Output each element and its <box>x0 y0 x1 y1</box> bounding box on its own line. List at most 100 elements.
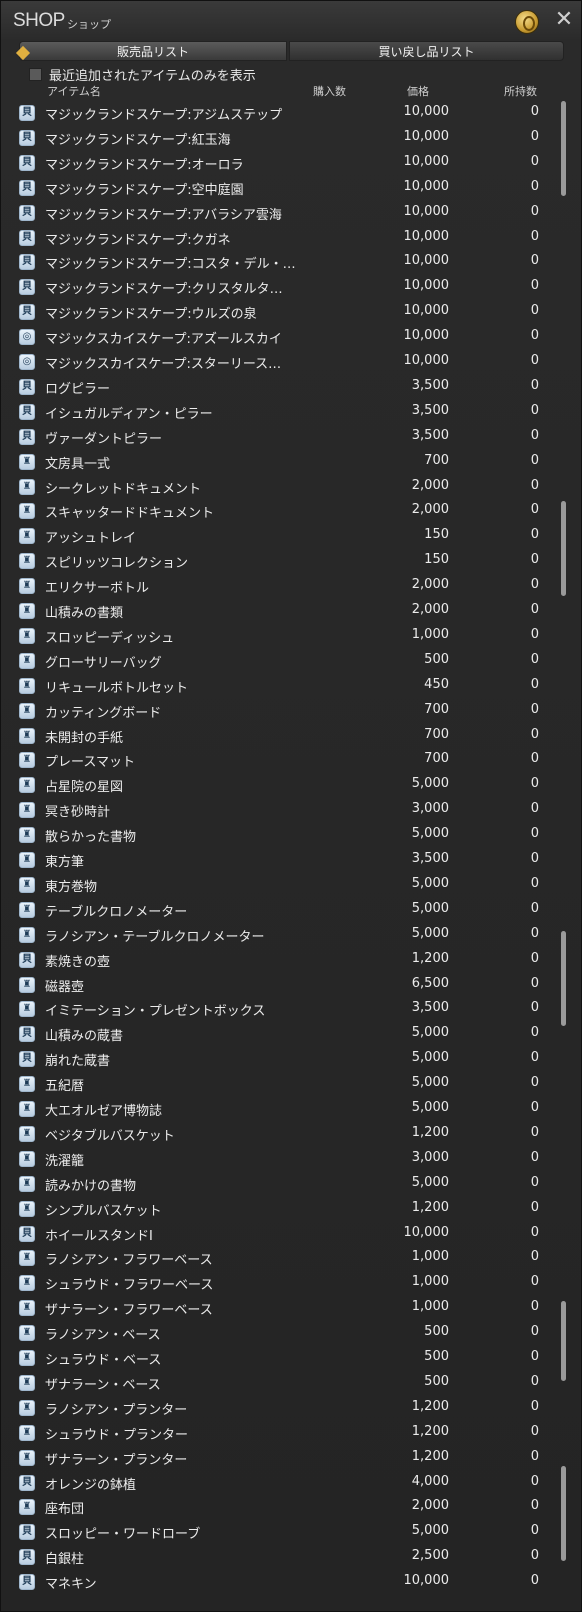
item-name: 散らかった書物 <box>45 830 137 846</box>
furnishing-icon-glyph: ♜ <box>22 1202 32 1214</box>
item-name: プレースマット <box>45 755 135 771</box>
item-name: 磁器壺 <box>45 979 85 995</box>
list-item[interactable]: ♜ スロッピーディッシュ 1,000 0 <box>15 624 565 649</box>
close-icon[interactable]: ✕ <box>553 9 575 31</box>
list-item[interactable]: ♜ プレースマット 700 0 <box>15 748 565 773</box>
list-item[interactable]: ♜ ラノシアン・フラワーベース 1,000 0 <box>15 1246 565 1271</box>
list-item[interactable]: 貝 崩れた蔵書 5,000 0 <box>15 1047 565 1072</box>
furnishing-icon-glyph: ♜ <box>22 704 32 716</box>
list-item[interactable]: 貝 ログピラー 3,500 0 <box>15 375 565 400</box>
list-item[interactable]: ♜ 磁器壺 6,500 0 <box>15 973 565 998</box>
furnishing-icon-glyph: ♜ <box>22 978 32 990</box>
item-price: 10,000 <box>403 104 450 119</box>
list-item[interactable]: 貝 マジックランドスケープ:オーロラ 10,000 0 <box>15 151 565 176</box>
list-item[interactable]: ♜ ラノシアン・ベース 500 0 <box>15 1321 565 1346</box>
item-price: 3,000 <box>411 1149 449 1165</box>
list-item[interactable]: 貝 マジックランドスケープ:クガネ 10,000 0 <box>15 226 565 251</box>
list-item[interactable]: ♜ 占星院の星図 5,000 0 <box>15 773 565 798</box>
list-item[interactable]: 貝 山積みの蔵書 5,000 0 <box>15 1022 565 1047</box>
list-item[interactable]: ♜ シンプルバスケット 1,200 0 <box>15 1197 565 1222</box>
list-item[interactable]: 貝 ホイールスタンドI 10,000 0 <box>15 1222 565 1247</box>
list-item[interactable]: 貝 マジックランドスケープ:アジムステップ 10,000 0 <box>15 101 565 126</box>
list-item[interactable]: ♜ スキャッタードドキュメント 2,000 0 <box>15 499 565 524</box>
column-header-price[interactable]: 価格 <box>407 83 429 99</box>
recent-filter-checkbox[interactable] <box>29 68 42 81</box>
list-item[interactable]: ♜ テーブルクロノメーター 5,000 0 <box>15 898 565 923</box>
item-price: 10,000 <box>403 353 450 368</box>
furnishing-icon: ♜ <box>19 503 35 520</box>
list-item[interactable]: ◎ マジックスカイスケープ:アズールスカイ 10,000 0 <box>15 325 565 350</box>
list-item[interactable]: ♜ 東方筆 3,500 0 <box>15 848 565 873</box>
list-item[interactable]: ♜ 座布団 2,000 0 <box>15 1495 565 1520</box>
item-price: 700 <box>424 751 449 767</box>
list-item[interactable]: ♜ アッシュトレイ 150 0 <box>15 524 565 549</box>
list-item[interactable]: ♜ シュラウド・フラワーベース 1,000 0 <box>15 1271 565 1296</box>
item-price: 3,500 <box>411 377 449 393</box>
furnishing-icon-glyph: ♜ <box>22 455 32 467</box>
item-name: アッシュトレイ <box>45 531 137 547</box>
list-item[interactable]: 貝 マジックランドスケープ:空中庭園 10,000 0 <box>15 176 565 201</box>
tab-bar: 販売品リスト 買い戻し品リスト <box>15 41 564 61</box>
column-header-qty[interactable]: 購入数 <box>313 83 346 99</box>
list-item[interactable]: ♜ 未開封の手紙 700 0 <box>15 724 565 749</box>
list-item[interactable]: ♜ 五紀暦 5,000 0 <box>15 1072 565 1097</box>
tab-sale-list[interactable]: 販売品リスト <box>15 41 287 61</box>
list-item[interactable]: ♜ ベジタブルバスケット 1,200 0 <box>15 1122 565 1147</box>
list-item[interactable]: ♜ シュラウド・ベース 500 0 <box>15 1346 565 1371</box>
column-header-owned[interactable]: 所持数 <box>504 83 537 99</box>
item-name: カッティングボード <box>45 705 162 721</box>
item-name: ラノシアン・フラワーベース <box>45 1253 213 1269</box>
list-item[interactable]: 貝 マネキン 10,000 0 <box>15 1570 565 1595</box>
list-item[interactable]: 貝 素焼きの壺 1,200 0 <box>15 948 565 973</box>
furnishing-icon-glyph: ♜ <box>22 829 32 841</box>
item-price: 5,000 <box>411 900 449 916</box>
list-item[interactable]: ♜ ラノシアン・プランター 1,200 0 <box>15 1396 565 1421</box>
list-item[interactable]: 貝 スロッピー・ワードローブ 5,000 0 <box>15 1520 565 1545</box>
item-owned-count: 0 <box>530 1199 539 1215</box>
list-item[interactable]: ♜ ザナラーン・ベース 500 0 <box>15 1371 565 1396</box>
list-item[interactable]: ♜ カッティングボード 700 0 <box>15 699 565 724</box>
list-item[interactable]: 貝 白銀柱 2,500 0 <box>15 1545 565 1570</box>
list-item[interactable]: 貝 イシュガルディアン・ピラー 3,500 0 <box>15 400 565 425</box>
list-item[interactable]: ♜ エリクサーボトル 2,000 0 <box>15 574 565 599</box>
list-item[interactable]: ♜ ザナラーン・プランター 1,200 0 <box>15 1446 565 1471</box>
list-item[interactable]: ♜ 読みかけの書物 5,000 0 <box>15 1172 565 1197</box>
list-item[interactable]: ◎ マジックスカイスケープ:スターリース… 10,000 0 <box>15 350 565 375</box>
list-item[interactable]: ♜ 文房具一式 700 0 <box>15 450 565 475</box>
furnishing-icon: ♜ <box>19 553 35 570</box>
item-owned-count: 0 <box>530 1523 539 1539</box>
list-item[interactable]: 貝 マジックランドスケープ:ウルズの泉 10,000 0 <box>15 300 565 325</box>
item-owned-count: 0 <box>530 104 539 119</box>
list-item[interactable]: ♜ ザナラーン・フラワーベース 1,000 0 <box>15 1296 565 1321</box>
gil-coin-icon[interactable] <box>515 10 539 34</box>
title-bar[interactable]: SHOP ショップ ✕ <box>1 1 581 41</box>
list-item[interactable]: 貝 マジックランドスケープ:アバラシア雲海 10,000 0 <box>15 201 565 226</box>
list-item[interactable]: ♜ シュラウド・プランター 1,200 0 <box>15 1421 565 1446</box>
item-owned-count: 0 <box>530 1274 539 1290</box>
scroll-icon: 貝 <box>19 1225 35 1242</box>
list-item[interactable]: ♜ ラノシアン・テーブルクロノメーター 5,000 0 <box>15 923 565 948</box>
list-item[interactable]: ♜ イミテーション・プレゼントボックス 3,500 0 <box>15 997 565 1022</box>
item-name: 崩れた蔵書 <box>45 1054 111 1070</box>
scroll-icon: 貝 <box>19 129 35 146</box>
column-header-name[interactable]: アイテム名 <box>47 83 101 99</box>
list-item[interactable]: 貝 マジックランドスケープ:コスタ・デル・… 10,000 0 <box>15 250 565 275</box>
tab-buyback-list[interactable]: 買い戻し品リスト <box>289 41 564 61</box>
item-name: スロッピーディッシュ <box>45 630 175 646</box>
list-item[interactable]: ♜ 大エオルゼア博物誌 5,000 0 <box>15 1097 565 1122</box>
list-item[interactable]: 貝 ヴァーダントピラー 3,500 0 <box>15 425 565 450</box>
list-item[interactable]: ♜ スピリッツコレクション 150 0 <box>15 549 565 574</box>
list-item[interactable]: 貝 マジックランドスケープ:紅玉海 10,000 0 <box>15 126 565 151</box>
list-item[interactable]: ♜ シークレットドキュメント 2,000 0 <box>15 475 565 500</box>
list-item[interactable]: ♜ リキュールボトルセット 450 0 <box>15 674 565 699</box>
list-item[interactable]: ♜ 山積みの書類 2,000 0 <box>15 599 565 624</box>
list-item[interactable]: 貝 マジックランドスケープ:クリスタルタ… 10,000 0 <box>15 275 565 300</box>
list-item[interactable]: ♜ 東方巻物 5,000 0 <box>15 873 565 898</box>
list-item[interactable]: ♜ グローサリーバッグ 500 0 <box>15 649 565 674</box>
list-item[interactable]: ♜ 冥き砂時計 3,000 0 <box>15 798 565 823</box>
window-subtitle: ショップ <box>67 18 111 31</box>
list-item[interactable]: 貝 オレンジの鉢植 4,000 0 <box>15 1471 565 1496</box>
list-item[interactable]: ♜ 散らかった書物 5,000 0 <box>15 823 565 848</box>
list-item[interactable]: ♜ 洗濯籠 3,000 0 <box>15 1147 565 1172</box>
furnishing-icon-glyph: ♜ <box>22 679 32 691</box>
